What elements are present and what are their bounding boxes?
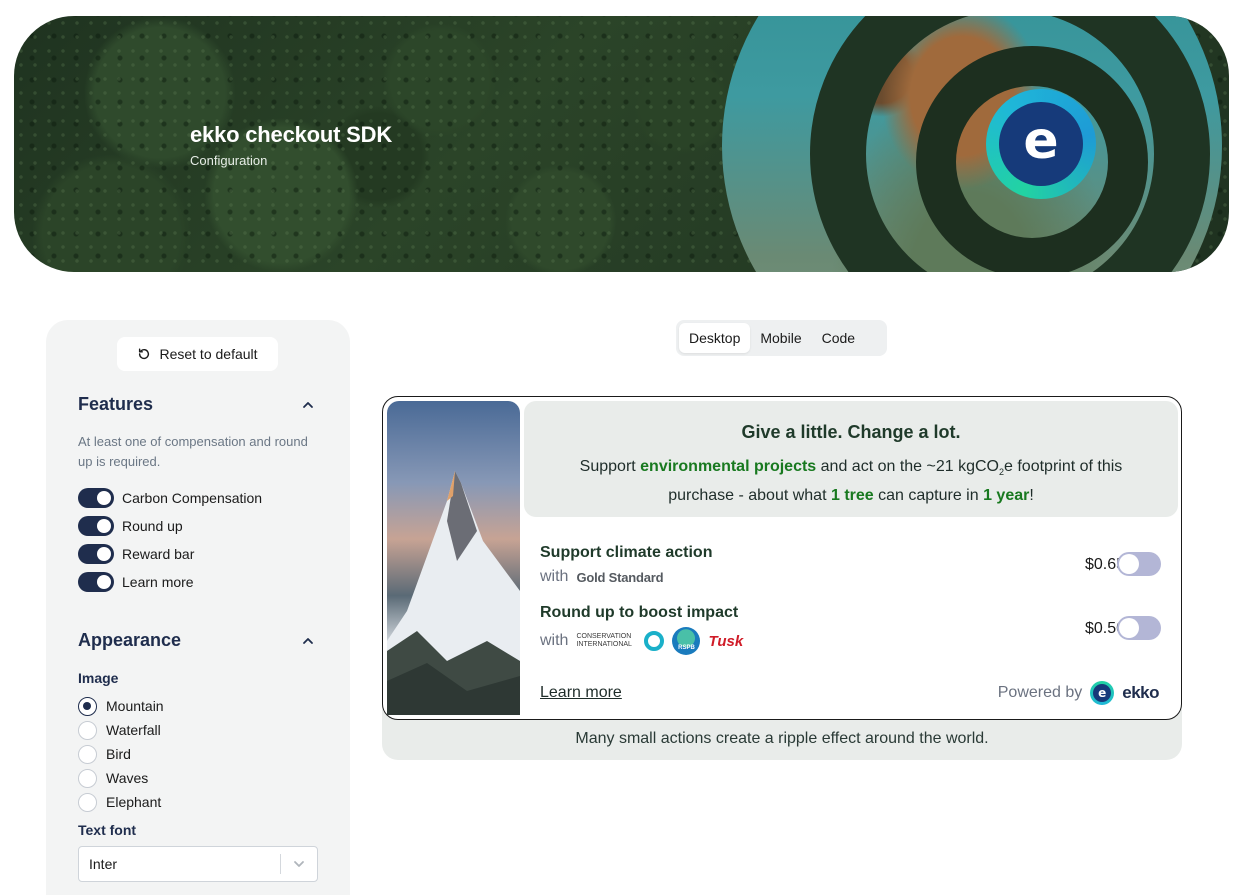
toggle-label: Carbon Compensation xyxy=(122,490,263,506)
with-label: with xyxy=(540,568,569,585)
offer-climate-toggle[interactable] xyxy=(1117,552,1161,576)
image-field-label: Image xyxy=(78,670,119,686)
headline-box: Give a little. Change a lot. Support env… xyxy=(524,401,1178,517)
year-count: 1 year xyxy=(983,487,1030,505)
desc-text: and act on the ~21 kgCO xyxy=(816,458,999,475)
ekko-logo-icon: e xyxy=(1090,681,1115,705)
radio-waves[interactable]: Waves xyxy=(78,768,149,788)
radio-waterfall[interactable]: Waterfall xyxy=(78,720,161,740)
toggle-switch[interactable] xyxy=(78,544,114,564)
tusk-logo: Tusk xyxy=(708,632,744,650)
reset-icon xyxy=(139,348,150,360)
learn-more-link[interactable]: Learn more xyxy=(540,684,622,702)
features-hint: At least one of compensation and round u… xyxy=(78,434,308,469)
tree-count: 1 tree xyxy=(830,487,874,505)
radio-label: Bird xyxy=(106,746,131,762)
widget-headline: Give a little. Change a lot. xyxy=(741,422,961,442)
powered-by: Powered by e ekko xyxy=(998,681,1159,705)
tab-code[interactable]: Code xyxy=(812,323,865,353)
desc-text: ! xyxy=(1029,487,1034,505)
text-font-select[interactable]: Inter xyxy=(78,846,318,882)
conservation-circle-icon xyxy=(644,631,665,651)
gold-standard-logo: Gold Standard xyxy=(576,569,664,585)
chevron-down-icon[interactable] xyxy=(281,858,317,870)
chevron-up-icon[interactable] xyxy=(302,399,314,411)
radio-label: Waves xyxy=(106,770,149,786)
radio-button[interactable] xyxy=(78,744,97,764)
tab-mobile[interactable]: Mobile xyxy=(750,323,811,353)
reset-to-default-button[interactable]: Reset to default xyxy=(117,337,278,371)
reset-button-label: Reset to default xyxy=(159,346,258,362)
page-title: ekko checkout SDK xyxy=(190,122,393,147)
radio-button[interactable] xyxy=(78,768,97,788)
desc-text: can capture in xyxy=(873,487,984,505)
offer-climate-title: Support climate action xyxy=(540,544,713,561)
preview-tabs: Desktop Mobile Code xyxy=(676,320,887,356)
toggle-label: Round up xyxy=(122,518,183,534)
page-subtitle: Configuration xyxy=(190,153,268,168)
text-font-label: Text font xyxy=(78,822,137,838)
radio-label: Mountain xyxy=(106,698,164,714)
radio-elephant[interactable]: Elephant xyxy=(78,792,162,812)
rspb-logo: RSPB xyxy=(672,627,701,655)
radio-button[interactable] xyxy=(78,696,97,716)
toggle-switch[interactable] xyxy=(78,572,114,592)
ekko-logo-letter: e xyxy=(1093,684,1112,702)
toggle-reward-bar[interactable]: Reward bar xyxy=(78,544,194,564)
desc-text: Support xyxy=(579,458,641,475)
radio-label: Elephant xyxy=(106,794,162,810)
chevron-up-icon[interactable] xyxy=(302,635,314,647)
offer-roundup-title: Round up to boost impact xyxy=(540,604,739,621)
environmental-projects-text: environmental projects xyxy=(640,458,817,475)
offer-roundup-toggle[interactable] xyxy=(1117,616,1161,640)
radio-mountain[interactable]: Mountain xyxy=(78,696,164,716)
features-section-title: Features xyxy=(78,394,154,414)
with-label: with xyxy=(540,632,569,649)
widget-footer-message: Many small actions create a ripple effec… xyxy=(575,730,989,747)
widget-description: Support environmental projects and act o… xyxy=(556,455,1146,508)
radio-button[interactable] xyxy=(78,792,97,812)
appearance-section-title: Appearance xyxy=(78,630,182,650)
toggle-switch[interactable] xyxy=(78,488,114,508)
config-sidebar: Reset to default Features At least one o… xyxy=(46,320,350,895)
ekko-wordmark: ekko xyxy=(1122,683,1159,702)
toggle-switch[interactable] xyxy=(78,516,114,536)
powered-by-label: Powered by xyxy=(997,684,1083,701)
offer-climate-partners: with Gold Standard xyxy=(540,568,664,586)
radio-button[interactable] xyxy=(78,720,97,740)
select-value: Inter xyxy=(89,856,118,872)
tab-desktop[interactable]: Desktop xyxy=(679,323,751,353)
hero-banner: e ekko checkout SDK Configuration xyxy=(14,16,1229,272)
conservation-international-logo: Conservation International xyxy=(576,633,632,648)
ekko-logo-letter: e xyxy=(999,102,1083,186)
toggle-label: Learn more xyxy=(122,574,194,590)
toggle-learn-more[interactable]: Learn more xyxy=(78,572,194,592)
ekko-logo-icon: e xyxy=(986,89,1096,199)
offer-roundup-partners: with Conservation International RSPB Tus… xyxy=(540,627,743,655)
toggle-round-up[interactable]: Round up xyxy=(78,516,183,536)
mountain-illustration xyxy=(387,471,520,715)
mountain-image xyxy=(387,401,520,715)
toggle-carbon-compensation[interactable]: Carbon Compensation xyxy=(78,488,262,508)
radio-label: Waterfall xyxy=(106,722,161,738)
radio-bird[interactable]: Bird xyxy=(78,744,131,764)
checkout-widget: Give a little. Change a lot. Support env… xyxy=(382,396,1182,720)
toggle-label: Reward bar xyxy=(122,546,195,562)
